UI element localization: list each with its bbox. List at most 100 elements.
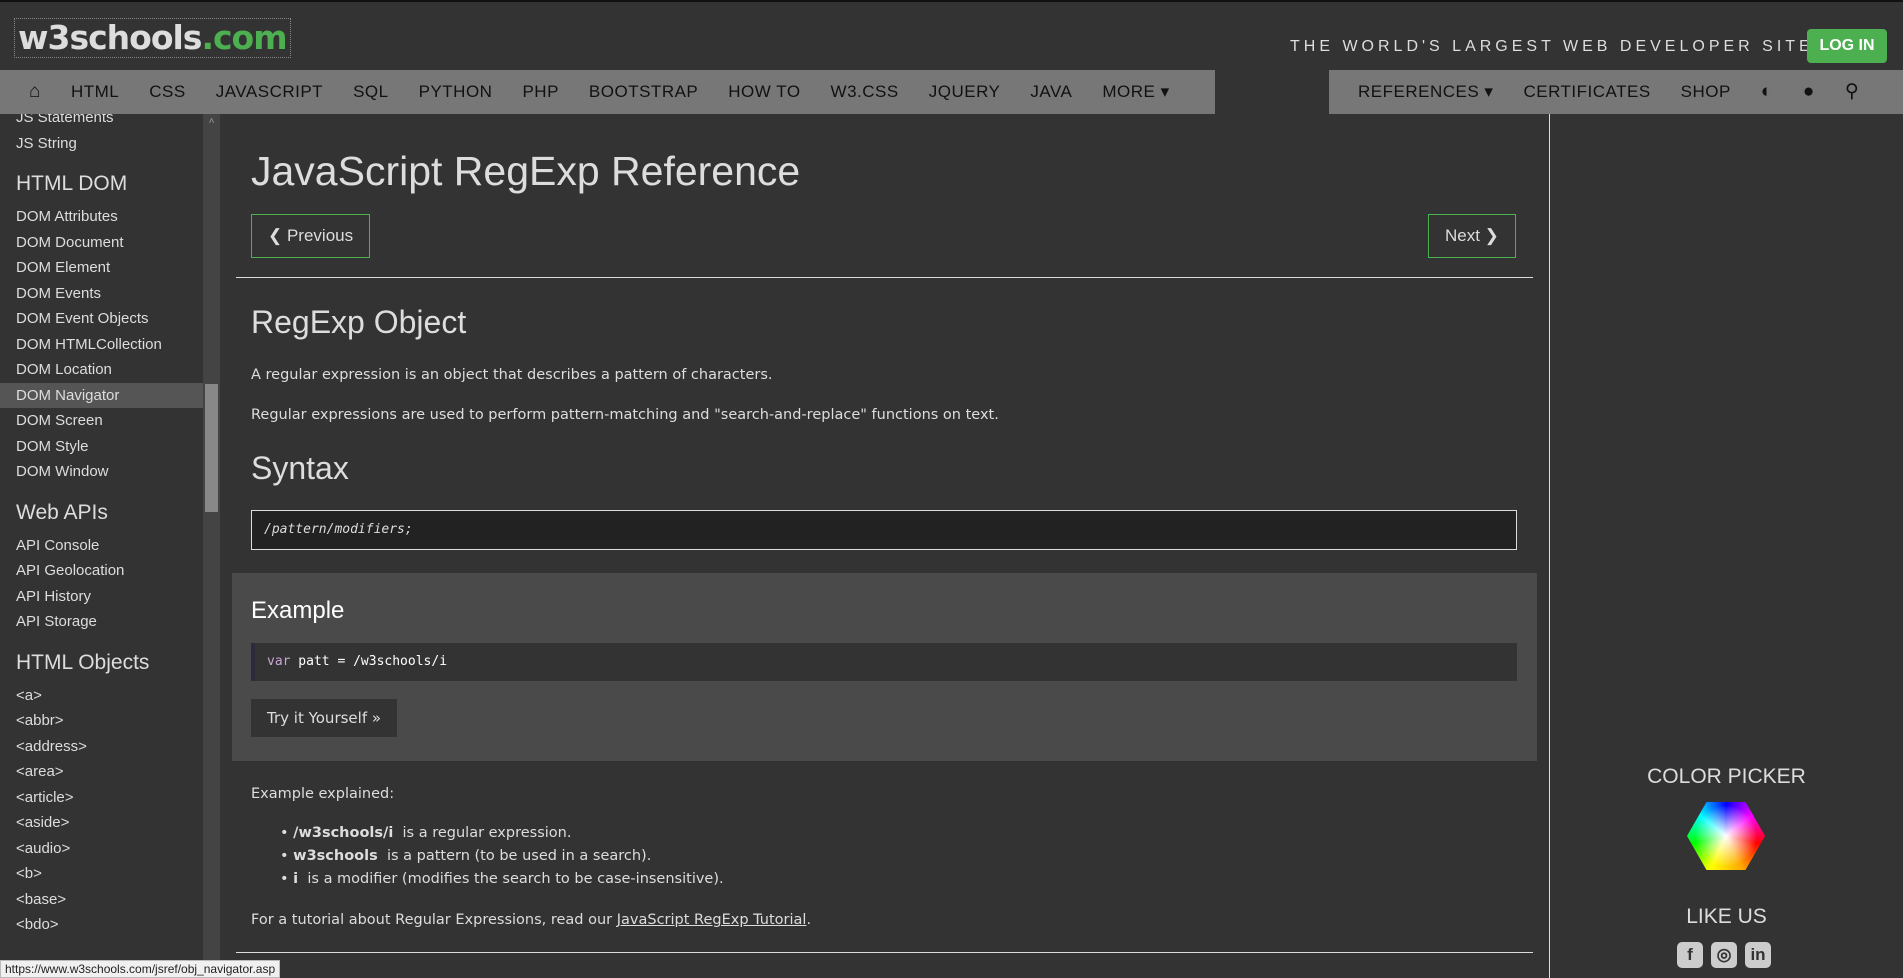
sidebar: JS Statements JS String HTML DOM DOM Att… bbox=[0, 114, 203, 978]
sidebar-item-active[interactable]: DOM Navigator bbox=[0, 383, 203, 409]
nav-sql[interactable]: SQL bbox=[338, 70, 404, 114]
nav-more[interactable]: MORE ▾ bbox=[1087, 70, 1184, 114]
try-it-yourself-button[interactable]: Try it Yourself » bbox=[251, 699, 397, 737]
sidebar-item[interactable]: <a> bbox=[0, 683, 203, 709]
nav-java[interactable]: JAVA bbox=[1015, 70, 1087, 114]
sidebar-item[interactable]: API Console bbox=[0, 533, 203, 559]
bold-term: w3schools bbox=[293, 848, 378, 864]
item-text: is a modifier (modifies the search to be… bbox=[298, 871, 723, 887]
sidebar-item[interactable]: DOM Event Objects bbox=[0, 306, 203, 332]
item-text: is a pattern (to be used in a search). bbox=[378, 848, 652, 864]
divider bbox=[236, 277, 1533, 278]
sidebar-scrollbar[interactable]: ˄ bbox=[203, 114, 220, 978]
text: For a tutorial about Regular Expressions… bbox=[251, 912, 617, 928]
nav-w3css[interactable]: W3.CSS bbox=[816, 70, 914, 114]
color-picker-heading: COLOR PICKER bbox=[1550, 765, 1903, 789]
login-button[interactable]: LOG IN bbox=[1807, 29, 1887, 63]
sidebar-item[interactable]: DOM Element bbox=[0, 255, 203, 281]
paragraph: Example explained: bbox=[251, 786, 394, 802]
sidebar-item[interactable]: DOM Location bbox=[0, 357, 203, 383]
nav-bootstrap[interactable]: BOOTSTRAP bbox=[574, 70, 713, 114]
main-content: JavaScript RegExp Reference ❮ Previous N… bbox=[236, 114, 1533, 195]
page-title: JavaScript RegExp Reference bbox=[251, 148, 1533, 195]
list-item: /w3schools/i is a regular expression. bbox=[280, 822, 724, 845]
sidebar-item[interactable]: DOM Events bbox=[0, 281, 203, 307]
nav-html[interactable]: HTML bbox=[56, 70, 134, 114]
text: . bbox=[806, 912, 811, 928]
sidebar-item[interactable]: DOM Window bbox=[0, 459, 203, 485]
code-block: var patt = /w3schools/i bbox=[251, 643, 1517, 681]
nav-css[interactable]: CSS bbox=[134, 70, 200, 114]
sidebar-heading: HTML DOM bbox=[0, 156, 203, 199]
section-heading: Syntax bbox=[251, 450, 349, 487]
paragraph: A regular expression is an object that d… bbox=[251, 367, 773, 383]
sidebar-heading: HTML Objects bbox=[0, 635, 203, 678]
sidebar-item[interactable]: <b> bbox=[0, 861, 203, 887]
sidebar-item[interactable]: DOM HTMLCollection bbox=[0, 332, 203, 358]
regexp-tutorial-link[interactable]: JavaScript RegExp Tutorial bbox=[617, 912, 807, 928]
logo-text: w3schools bbox=[18, 18, 201, 57]
sidebar-item[interactable]: DOM Document bbox=[0, 230, 203, 256]
globe-icon[interactable]: ● bbox=[1788, 70, 1830, 114]
right-nav: REFERENCES ▾ CERTIFICATES SHOP ◐ ● ⚲ bbox=[1329, 70, 1903, 114]
nav-howto[interactable]: HOW TO bbox=[713, 70, 815, 114]
section-heading: RegExp Object bbox=[251, 304, 466, 341]
sidebar-item[interactable]: DOM Style bbox=[0, 434, 203, 460]
next-button[interactable]: Next ❯ bbox=[1428, 214, 1516, 258]
code-text: patt = /w3schools/i bbox=[290, 654, 447, 669]
scroll-up-icon[interactable]: ˄ bbox=[205, 114, 218, 130]
nav-python[interactable]: PYTHON bbox=[404, 70, 508, 114]
sidebar-heading: Web APIs bbox=[0, 485, 203, 528]
w3schools-logo[interactable]: w3schools.com bbox=[14, 18, 291, 58]
color-picker-hexagon-icon[interactable] bbox=[1687, 802, 1765, 870]
list-item: w3schools is a pattern (to be used in a … bbox=[280, 845, 724, 868]
sidebar-item[interactable]: <base> bbox=[0, 887, 203, 913]
sidebar-item[interactable]: JS Statements bbox=[0, 114, 203, 131]
sidebar-item[interactable]: API Storage bbox=[0, 609, 203, 635]
list-item: i is a modifier (modifies the search to … bbox=[280, 868, 724, 891]
facebook-icon[interactable]: f bbox=[1677, 942, 1703, 968]
sidebar-item[interactable]: <bdo> bbox=[0, 912, 203, 938]
example-box: Example var patt = /w3schools/i Try it Y… bbox=[232, 573, 1537, 761]
like-us-heading: LIKE US bbox=[1550, 905, 1903, 929]
sidebar-item[interactable]: DOM Screen bbox=[0, 408, 203, 434]
nav-jquery[interactable]: JQUERY bbox=[914, 70, 1016, 114]
sidebar-item[interactable]: <aside> bbox=[0, 810, 203, 836]
content-right-border bbox=[1549, 114, 1550, 978]
nav-references[interactable]: REFERENCES ▾ bbox=[1343, 70, 1508, 114]
sidebar-item[interactable]: <abbr> bbox=[0, 708, 203, 734]
sidebar-item[interactable]: <address> bbox=[0, 734, 203, 760]
sidebar-item[interactable]: API History bbox=[0, 584, 203, 610]
paragraph: Regular expressions are used to perform … bbox=[251, 407, 999, 423]
nav-php[interactable]: PHP bbox=[507, 70, 573, 114]
previous-button[interactable]: ❮ Previous bbox=[251, 214, 370, 258]
syntax-box: /pattern/modifiers; bbox=[251, 510, 1517, 550]
search-icon[interactable]: ⚲ bbox=[1830, 70, 1874, 114]
sidebar-item[interactable]: API Geolocation bbox=[0, 558, 203, 584]
sidebar-item[interactable]: <article> bbox=[0, 785, 203, 811]
example-title: Example bbox=[251, 597, 344, 625]
tagline: THE WORLD'S LARGEST WEB DEVELOPER SITE bbox=[1290, 38, 1814, 56]
item-text: is a regular expression. bbox=[393, 825, 571, 841]
bold-term: /w3schools/i bbox=[293, 825, 393, 841]
nav-javascript[interactable]: JAVASCRIPT bbox=[201, 70, 338, 114]
home-icon[interactable]: ⌂ bbox=[14, 70, 56, 114]
linkedin-icon[interactable]: in bbox=[1745, 942, 1771, 968]
sidebar-item[interactable]: <audio> bbox=[0, 836, 203, 862]
nav-certificates[interactable]: CERTIFICATES bbox=[1508, 70, 1665, 114]
sidebar-item[interactable]: <area> bbox=[0, 759, 203, 785]
explanation-list: /w3schools/i is a regular expression. w3… bbox=[280, 822, 724, 891]
social-links: f ◎ in bbox=[1677, 942, 1771, 968]
sidebar-item[interactable]: JS String bbox=[0, 131, 203, 157]
scrollbar-thumb[interactable] bbox=[205, 384, 218, 512]
code-keyword: var bbox=[267, 654, 290, 669]
contrast-icon[interactable]: ◐ bbox=[1746, 70, 1788, 114]
instagram-icon[interactable]: ◎ bbox=[1711, 942, 1737, 968]
divider bbox=[236, 952, 1533, 953]
nav-shop[interactable]: SHOP bbox=[1666, 70, 1746, 114]
paragraph: For a tutorial about Regular Expressions… bbox=[251, 912, 811, 928]
logo-suffix: .com bbox=[201, 18, 286, 57]
status-bar-url: https://www.w3schools.com/jsref/obj_navi… bbox=[0, 960, 280, 978]
main-nav: ⌂ HTML CSS JAVASCRIPT SQL PYTHON PHP BOO… bbox=[0, 70, 1215, 114]
sidebar-item[interactable]: DOM Attributes bbox=[0, 204, 203, 230]
